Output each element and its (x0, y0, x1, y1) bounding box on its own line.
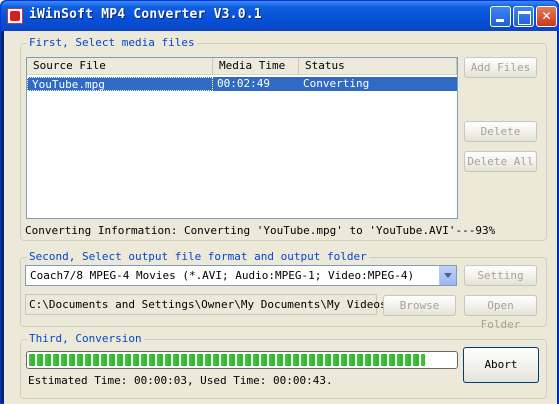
list-item[interactable]: YouTube.mpg 00:02:49 Converting (27, 77, 457, 91)
dropdown-arrow-icon[interactable] (439, 266, 456, 285)
output-folder-field[interactable]: C:\Documents and Settings\Owner\My Docum… (25, 294, 387, 315)
cell-media-time: 00:02:49 (217, 77, 270, 90)
add-files-button[interactable]: Add Files (464, 57, 537, 78)
column-source-file[interactable]: Source File (27, 58, 213, 75)
output-format-value: Coach7/8 MPEG-4 Movies (*.AVI; Audio:MPE… (30, 269, 415, 282)
main-window: iWinSoft MP4 Converter V3.0.1 ✕ First, S… (0, 0, 559, 404)
maximize-button[interactable] (513, 6, 534, 27)
list-header: Source File Media Time Status (27, 58, 457, 75)
delete-all-button[interactable]: Delete All (464, 151, 537, 172)
setting-button[interactable]: Setting (464, 265, 537, 286)
client-area: First, Select media files Source File Me… (4, 31, 557, 404)
time-status-text: Estimated Time: 00:00:03, Used Time: 00:… (28, 374, 333, 387)
output-format-select[interactable]: Coach7/8 MPEG-4 Movies (*.AVI; Audio:MPE… (25, 265, 457, 286)
progress-fill (29, 354, 426, 366)
title-bar[interactable]: iWinSoft MP4 Converter V3.0.1 ✕ (1, 1, 558, 31)
delete-button[interactable]: Delete (464, 121, 537, 142)
close-button[interactable]: ✕ (536, 6, 557, 27)
cell-source-file: YouTube.mpg (27, 77, 213, 91)
conversion-title: Third, Conversion (27, 332, 144, 345)
output-settings-title: Second, Select output file format and ou… (27, 250, 369, 263)
column-media-time[interactable]: Media Time (213, 58, 299, 75)
browse-button[interactable]: Browse (383, 295, 456, 316)
conversion-progress-bar (26, 351, 458, 369)
app-icon (7, 8, 23, 24)
minimize-button[interactable] (490, 6, 511, 27)
output-folder-path: C:\Documents and Settings\Owner\My Docum… (29, 298, 387, 311)
column-status[interactable]: Status (299, 58, 457, 75)
cell-status: Converting (303, 77, 370, 90)
converting-information: Converting Information: Converting 'YouT… (25, 224, 496, 237)
window-title: iWinSoft MP4 Converter V3.0.1 (29, 7, 262, 22)
select-media-title: First, Select media files (27, 36, 197, 49)
abort-button[interactable]: Abort (463, 347, 539, 383)
media-file-list[interactable]: Source File Media Time Status YouTube.mp… (26, 57, 458, 219)
open-folder-button[interactable]: Open Folder (464, 295, 537, 331)
